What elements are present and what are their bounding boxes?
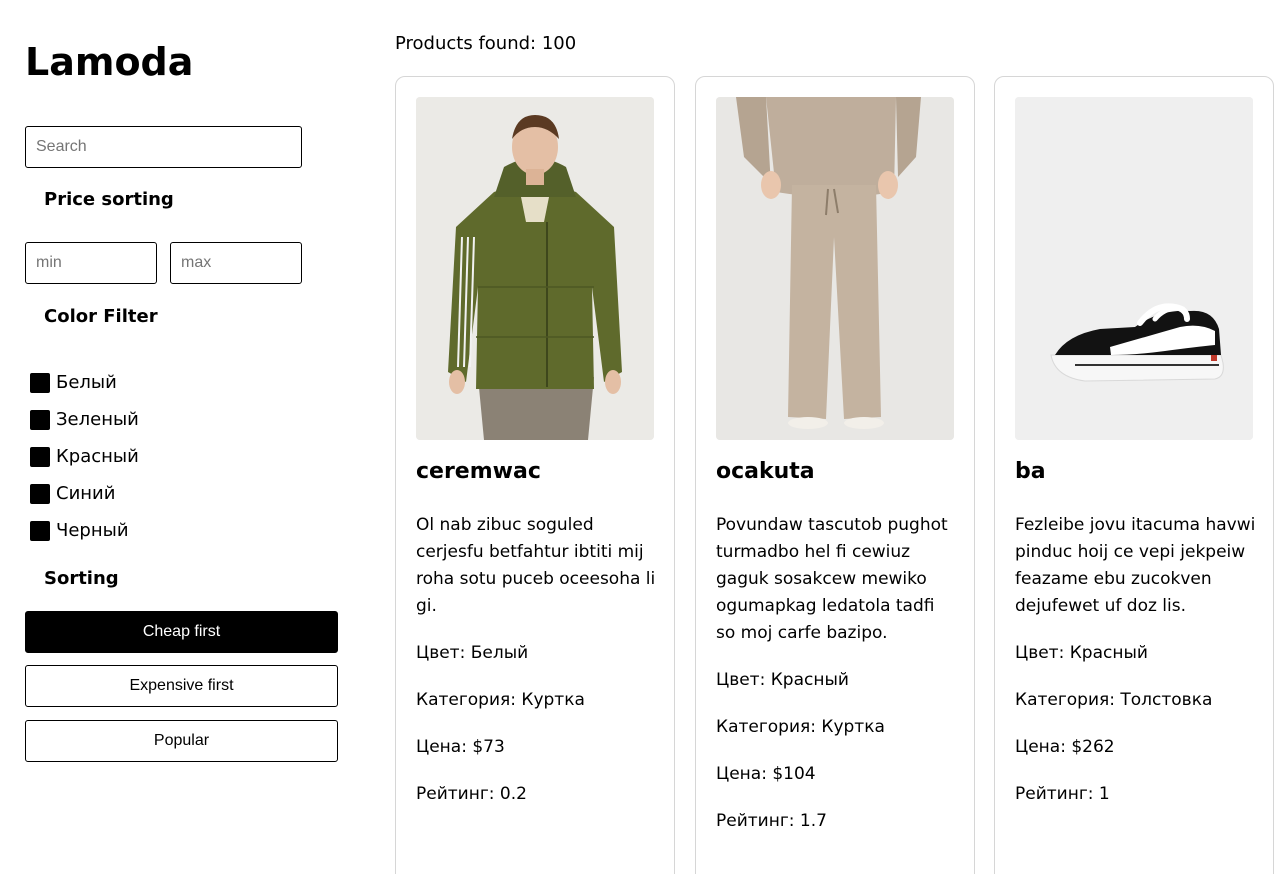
price-min-input[interactable] xyxy=(25,242,157,284)
color-label: Белый xyxy=(56,372,117,393)
color-label: Красный xyxy=(56,446,139,467)
product-color: Цвет: Красный xyxy=(1015,643,1148,663)
color-label: Зеленый xyxy=(56,409,139,430)
product-rating: Рейтинг: 1.7 xyxy=(716,811,827,831)
product-price: Цена: $73 xyxy=(416,737,505,757)
color-filter-list: Белый Зеленый Красный Синий Черный xyxy=(30,364,139,549)
color-option-black[interactable]: Черный xyxy=(30,512,139,549)
checkbox[interactable] xyxy=(30,446,50,467)
product-price: Цена: $104 xyxy=(716,764,816,784)
checkbox[interactable] xyxy=(30,520,50,541)
product-image-pants[interactable] xyxy=(716,97,954,440)
product-name[interactable]: ceremwac xyxy=(416,459,541,484)
color-label: Синий xyxy=(56,483,116,504)
product-description: Ol nab zibuc soguled cerjesfu betfahtur … xyxy=(416,515,656,616)
popular-button[interactable]: Popular xyxy=(25,720,338,762)
product-card[interactable]: ceremwac Ol nab zibuc soguled cerjesfu b… xyxy=(395,76,675,874)
product-details: Ol nab zibuc soguled cerjesfu betfahtur … xyxy=(416,512,658,828)
product-category: Категория: Толстовка xyxy=(1015,690,1213,710)
product-description: Povundaw tascutob pughot turmadbo hel fi… xyxy=(716,515,948,643)
color-option-green[interactable]: Зеленый xyxy=(30,401,139,438)
products-found-count: Products found: 100 xyxy=(395,33,577,54)
product-category: Категория: Куртка xyxy=(416,690,585,710)
checkbox[interactable] xyxy=(30,483,50,504)
product-image-sneaker[interactable] xyxy=(1015,97,1253,440)
logo: Lamoda xyxy=(25,40,194,84)
product-description: Fezleibe jovu itacuma havwi pinduc hoij … xyxy=(1015,515,1256,616)
expensive-first-button[interactable]: Expensive first xyxy=(25,665,338,707)
product-category: Категория: Куртка xyxy=(716,717,885,737)
checkbox[interactable] xyxy=(30,372,50,393)
product-name[interactable]: ba xyxy=(1015,459,1046,484)
color-filter-title: Color Filter xyxy=(44,306,158,327)
product-card[interactable]: ba Fezleibe jovu itacuma havwi pinduc ho… xyxy=(994,76,1274,874)
product-image-jacket[interactable] xyxy=(416,97,654,440)
color-option-red[interactable]: Красный xyxy=(30,438,139,475)
color-label: Черный xyxy=(56,520,129,541)
product-color: Цвет: Белый xyxy=(416,643,529,663)
price-max-input[interactable] xyxy=(170,242,302,284)
product-details: Povundaw tascutob pughot turmadbo hel fi… xyxy=(716,512,958,855)
product-rating: Рейтинг: 1 xyxy=(1015,784,1110,804)
product-color: Цвет: Красный xyxy=(716,670,849,690)
price-sorting-title: Price sorting xyxy=(44,189,174,210)
checkbox[interactable] xyxy=(30,409,50,430)
product-price: Цена: $262 xyxy=(1015,737,1115,757)
product-details: Fezleibe jovu itacuma havwi pinduc hoij … xyxy=(1015,512,1257,828)
product-rating: Рейтинг: 0.2 xyxy=(416,784,527,804)
search-input[interactable] xyxy=(25,126,302,168)
color-option-white[interactable]: Белый xyxy=(30,364,139,401)
product-name[interactable]: ocakuta xyxy=(716,459,815,484)
sorting-title: Sorting xyxy=(44,568,119,589)
cheap-first-button[interactable]: Cheap first xyxy=(25,611,338,653)
product-card[interactable]: ocakuta Povundaw tascutob pughot turmadb… xyxy=(695,76,975,874)
color-option-blue[interactable]: Синий xyxy=(30,475,139,512)
